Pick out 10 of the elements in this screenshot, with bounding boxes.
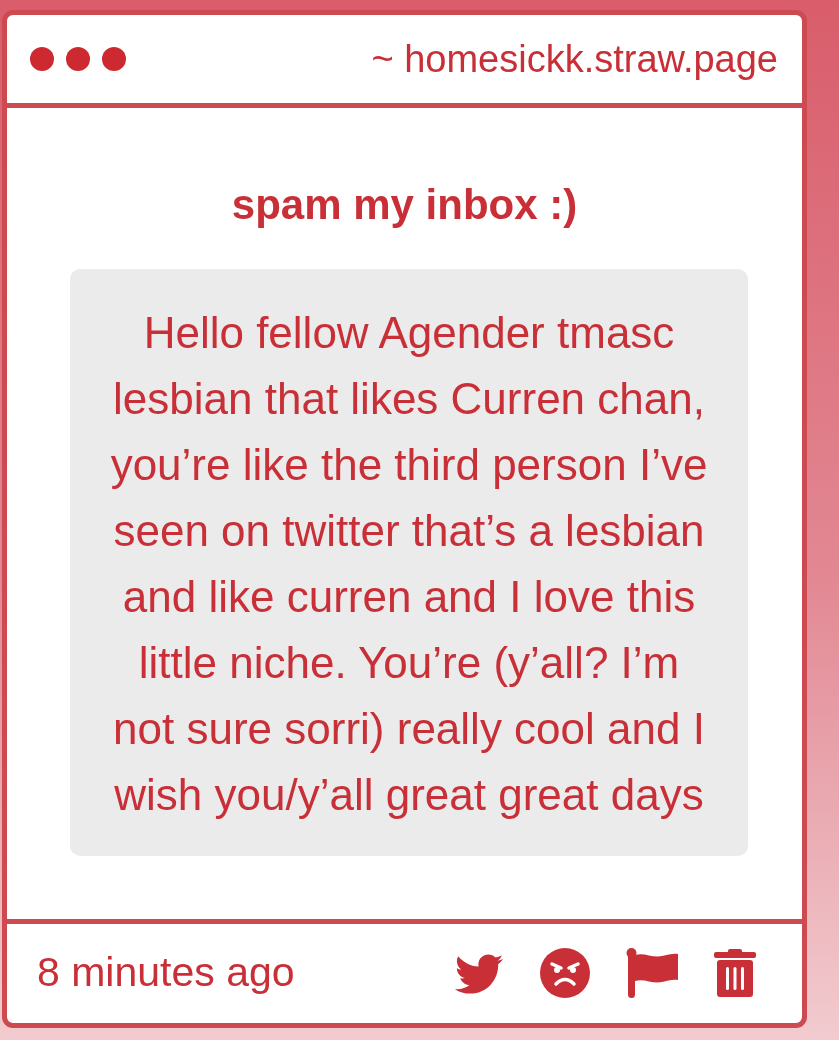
angry-face-icon[interactable] [540, 947, 590, 998]
dot-icon [66, 47, 90, 71]
dot-icon [102, 47, 126, 71]
timestamp: 8 minutes ago [37, 949, 295, 996]
message-text: Hello fellow Agender tmasc lesbian that likes Curren chan, you’re like the third person I’ve seen on twitter that’s a lesbian and like curren and I love this little niche. You’re (y’all? I’m not sure sorri) really cool and I wish you/y’all great great days [109, 307, 709, 821]
dot-icon [30, 47, 54, 71]
trash-icon[interactable] [714, 948, 756, 997]
page-url: ~ homesickk.straw.page [371, 37, 778, 81]
flag-icon[interactable] [626, 947, 678, 998]
prompt-title: spam my inbox :) [231, 181, 578, 229]
